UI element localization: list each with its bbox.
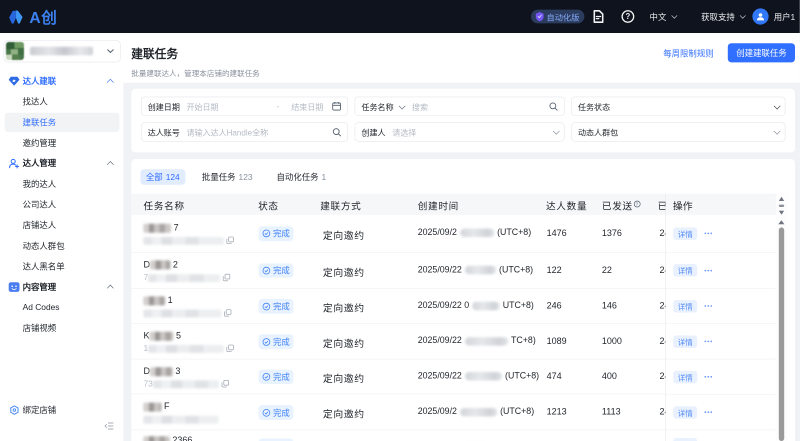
svg-text:?: ?: [625, 12, 630, 21]
svg-text:?: ?: [636, 201, 639, 206]
